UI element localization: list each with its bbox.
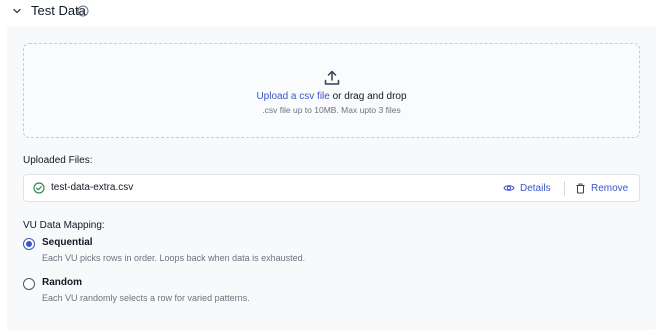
upload-csv-link[interactable]: Upload a csv file xyxy=(256,91,329,102)
vu-data-mapping-label: VU Data Mapping: xyxy=(23,220,105,231)
chevron-down-icon[interactable] xyxy=(11,5,23,17)
radio-sequential-title: Sequential xyxy=(42,237,93,248)
uploaded-file-row: test-data-extra.csv Details Remove xyxy=(23,174,640,202)
radio-sequential-description: Each VU picks rows in order. Loops back … xyxy=(42,253,306,263)
trash-icon xyxy=(576,183,585,193)
upload-icon xyxy=(324,70,340,85)
info-icon[interactable] xyxy=(77,5,89,17)
test-data-section-header[interactable]: Test Data xyxy=(0,0,661,22)
radio-random-description: Each VU randomly selects a row for varie… xyxy=(42,293,250,303)
radio-random[interactable] xyxy=(23,278,35,290)
file-name: test-data-extra.csv xyxy=(51,182,134,193)
action-divider xyxy=(564,181,565,196)
radio-random-title: Random xyxy=(42,277,82,288)
eye-icon xyxy=(503,185,515,191)
check-circle-icon xyxy=(33,182,45,194)
remove-button[interactable]: Remove xyxy=(575,181,628,195)
radio-sequential[interactable] xyxy=(23,238,35,250)
upload-dropzone[interactable]: Upload a csv file or drag and drop .csv … xyxy=(23,43,640,138)
drag-drop-text: or drag and drop xyxy=(329,91,407,102)
remove-label: Remove xyxy=(591,182,629,194)
details-label: Details xyxy=(520,182,551,194)
upload-instructions: Upload a csv file or drag and drop xyxy=(24,91,639,102)
upload-hint: .csv file up to 10MB. Max upto 3 files xyxy=(262,105,401,115)
details-button[interactable]: Details xyxy=(503,181,551,195)
uploaded-files-label: Uploaded Files: xyxy=(23,155,93,166)
